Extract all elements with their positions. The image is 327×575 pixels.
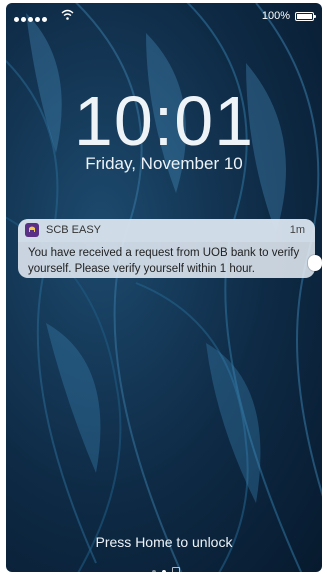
scb-app-icon xyxy=(25,223,39,237)
camera-icon xyxy=(171,566,180,572)
clock-date: Friday, November 10 xyxy=(85,154,243,173)
notification-header: SCB EASY 1m xyxy=(18,219,315,242)
page-dot xyxy=(151,570,156,572)
notification-message: You have received a request from UOB ban… xyxy=(28,247,300,275)
wifi-icon xyxy=(61,9,74,20)
page-dot-active xyxy=(161,570,166,572)
unlock-hint: Press Home to unlock xyxy=(95,534,233,550)
notification-time: 1m xyxy=(289,224,305,236)
notification-banner[interactable]: SCB EASY 1m You have received a request … xyxy=(18,219,315,278)
battery-percent: 100% xyxy=(261,10,290,22)
page-indicator[interactable] xyxy=(6,561,322,572)
notification-swipe-handle[interactable] xyxy=(308,255,322,271)
signal-strength-icon xyxy=(14,13,49,25)
notification-app-name: SCB EASY xyxy=(46,224,102,236)
battery-icon xyxy=(295,12,316,21)
status-bar: 100% xyxy=(14,9,316,25)
clock-time: 10:01 xyxy=(73,82,255,160)
lock-screen: 100% 10:01 Friday, November 10 SCB EASY … xyxy=(6,3,322,572)
